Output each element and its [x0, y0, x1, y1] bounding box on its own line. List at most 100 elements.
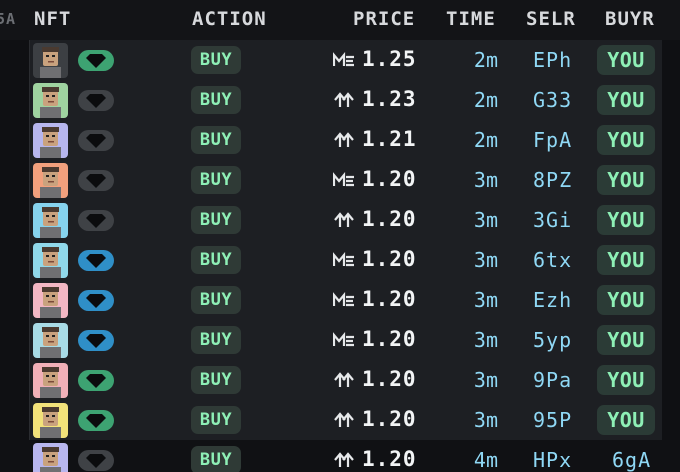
rarity-badge — [78, 50, 114, 71]
price-value: 1.20 — [362, 207, 417, 231]
nft-avatar[interactable] — [33, 403, 68, 438]
nft-avatar[interactable] — [33, 203, 68, 238]
diamond-icon — [86, 93, 106, 108]
time-ago: 2m — [473, 48, 498, 72]
price-value: 1.20 — [362, 167, 417, 191]
tensor-icon — [333, 412, 355, 428]
seller-address[interactable]: G33 — [533, 88, 572, 112]
rarity-badge — [78, 170, 114, 191]
seller-address[interactable]: HPx — [533, 448, 572, 472]
buy-button[interactable]: BUY — [191, 166, 241, 194]
nft-avatar[interactable] — [33, 323, 68, 358]
seller-address[interactable]: EPh — [533, 48, 572, 72]
magic-eden-icon — [333, 172, 355, 188]
time-ago: 3m — [473, 408, 498, 432]
nft-avatar[interactable] — [33, 363, 68, 398]
time-ago: 3m — [473, 368, 498, 392]
rarity-badge — [78, 370, 114, 391]
buyer-you-badge: YOU — [597, 245, 655, 275]
buy-button[interactable]: BUY — [191, 326, 241, 354]
nft-avatar-image — [33, 363, 68, 398]
buy-button[interactable]: BUY — [191, 206, 241, 234]
diamond-icon — [86, 53, 106, 68]
seller-address[interactable]: 6tx — [533, 248, 572, 272]
tensor-icon — [333, 212, 355, 228]
tensor-icon — [333, 452, 355, 468]
table-row: BUY 1.20 3m 6tx YOU — [0, 240, 680, 280]
nft-avatar[interactable] — [33, 163, 68, 198]
magic-eden-icon — [333, 52, 355, 68]
table-row: BUY 1.23 2m G33 YOU — [0, 80, 680, 120]
buyer-you-badge: YOU — [597, 365, 655, 395]
buy-button[interactable]: BUY — [191, 446, 241, 472]
header-edge-fragment: 5A — [0, 10, 17, 28]
buy-button[interactable]: BUY — [191, 126, 241, 154]
seller-address[interactable]: 5yp — [533, 328, 572, 352]
table-row: BUY 1.20 4m HPx 6gA — [0, 440, 680, 472]
diamond-icon — [86, 253, 106, 268]
nft-avatar-image — [33, 283, 68, 318]
seller-address[interactable]: FpA — [533, 128, 572, 152]
table-header: 5A NFT ACTION PRICE TIME SELR BUYR — [0, 0, 680, 40]
price-value: 1.20 — [362, 367, 417, 391]
time-ago: 3m — [473, 168, 498, 192]
time-ago: 3m — [473, 208, 498, 232]
tensor-icon — [333, 92, 355, 108]
diamond-icon — [86, 173, 106, 188]
time-ago: 3m — [473, 328, 498, 352]
table-row: BUY 1.20 3m 9Pa YOU — [0, 360, 680, 400]
rarity-badge — [78, 450, 114, 471]
time-ago: 4m — [473, 448, 498, 472]
table-row: BUY 1.20 3m 5yp YOU — [0, 320, 680, 360]
seller-address[interactable]: 3Gi — [533, 208, 572, 232]
rarity-badge — [78, 130, 114, 151]
magic-eden-icon — [333, 252, 355, 268]
price-value: 1.20 — [362, 407, 417, 431]
price-value: 1.25 — [362, 47, 417, 71]
price-value: 1.23 — [362, 87, 417, 111]
buy-button[interactable]: BUY — [191, 366, 241, 394]
nft-avatar[interactable] — [33, 283, 68, 318]
buy-button[interactable]: BUY — [191, 246, 241, 274]
tensor-icon — [333, 132, 355, 148]
table-row: BUY 1.21 2m FpA YOU — [0, 120, 680, 160]
time-ago: 3m — [473, 288, 498, 312]
buyer-you-badge: YOU — [597, 165, 655, 195]
diamond-icon — [86, 453, 106, 468]
header-nft: NFT — [34, 8, 72, 30]
buy-button[interactable]: BUY — [191, 86, 241, 114]
diamond-icon — [86, 333, 106, 348]
nft-avatar[interactable] — [33, 443, 68, 472]
nft-avatar[interactable] — [33, 123, 68, 158]
buy-button[interactable]: BUY — [191, 406, 241, 434]
nft-avatar[interactable] — [33, 243, 68, 278]
nft-avatar-image — [33, 443, 68, 472]
buyer-you-badge: YOU — [597, 125, 655, 155]
diamond-icon — [86, 213, 106, 228]
nft-avatar[interactable] — [33, 83, 68, 118]
buyer-address[interactable]: 6gA — [612, 448, 651, 472]
buy-button[interactable]: BUY — [191, 46, 241, 74]
time-ago: 2m — [473, 88, 498, 112]
buy-button[interactable]: BUY — [191, 286, 241, 314]
seller-address[interactable]: 95P — [533, 408, 572, 432]
time-ago: 3m — [473, 248, 498, 272]
nft-avatar-image — [33, 83, 68, 118]
rarity-badge — [78, 250, 114, 271]
header-price: PRICE — [353, 8, 416, 30]
buyer-you-badge: YOU — [597, 205, 655, 235]
buyer-you-badge: YOU — [597, 325, 655, 355]
seller-address[interactable]: 8PZ — [533, 168, 572, 192]
header-seller: SELR — [526, 8, 576, 30]
magic-eden-icon — [333, 292, 355, 308]
diamond-icon — [86, 293, 106, 308]
buyer-you-badge: YOU — [597, 45, 655, 75]
seller-address[interactable]: 9Pa — [533, 368, 572, 392]
seller-address[interactable]: Ezh — [533, 288, 572, 312]
nft-avatar-image — [33, 123, 68, 158]
buyer-you-badge: YOU — [597, 85, 655, 115]
nft-avatar[interactable] — [33, 43, 68, 78]
nft-avatar-image — [33, 323, 68, 358]
price-value: 1.20 — [362, 447, 417, 471]
nft-avatar-image — [33, 243, 68, 278]
